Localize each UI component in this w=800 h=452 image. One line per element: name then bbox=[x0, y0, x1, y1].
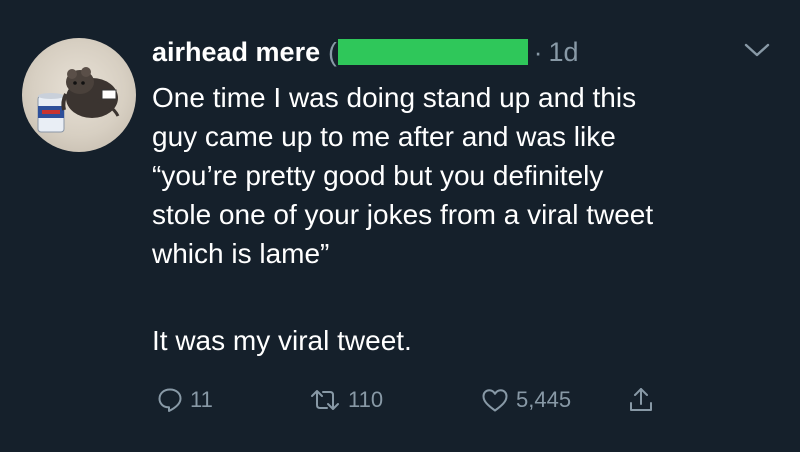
reply-button[interactable]: 11 bbox=[156, 380, 213, 420]
avatar[interactable] bbox=[22, 38, 136, 152]
retweet-count: 110 bbox=[348, 387, 384, 412]
tweet-text-line: which is lame” bbox=[152, 238, 330, 269]
like-count: 5,445 bbox=[516, 387, 572, 412]
paragraph-break bbox=[152, 273, 772, 312]
handle-prefix: ( bbox=[328, 36, 337, 67]
tweet-text-line: guy came up to me after and was like bbox=[152, 121, 616, 152]
heart-icon bbox=[482, 389, 508, 412]
handle-redaction bbox=[337, 39, 528, 65]
tweet-header: airhead mere ( · 1d bbox=[152, 32, 578, 72]
reply-count: 11 bbox=[190, 387, 213, 412]
tweet-actions: 11 110 5,445 bbox=[152, 380, 712, 420]
tweet-text-line: stole one of your jokes from a viral twe… bbox=[152, 199, 654, 230]
tweet-timestamp[interactable]: 1d bbox=[548, 37, 578, 68]
like-button[interactable]: 5,445 bbox=[480, 380, 571, 420]
avatar-image bbox=[37, 67, 120, 133]
tweet-text-line: “you’re pretty good but you definitely bbox=[152, 160, 604, 191]
retweet-button[interactable]: 110 bbox=[308, 380, 383, 420]
retweet-icon bbox=[311, 390, 339, 410]
author-handle[interactable]: ( bbox=[328, 37, 528, 68]
author-name[interactable]: airhead mere bbox=[152, 37, 320, 68]
share-button[interactable] bbox=[626, 380, 656, 420]
tweet: airhead mere ( · 1d One time I was doing… bbox=[0, 0, 800, 452]
tweet-text: One time I was doing stand up and this g… bbox=[152, 78, 772, 360]
tweet-text-line: It was my viral tweet. bbox=[152, 325, 412, 356]
chevron-down-icon[interactable] bbox=[742, 40, 772, 60]
reply-icon bbox=[158, 388, 182, 412]
share-icon bbox=[630, 388, 652, 411]
tweet-text-line: One time I was doing stand up and this bbox=[152, 82, 637, 113]
separator-dot: · bbox=[533, 36, 543, 67]
